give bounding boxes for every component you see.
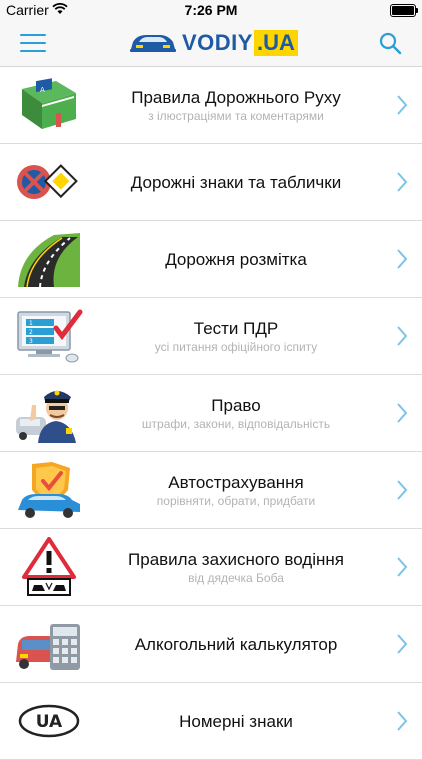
chevron-right-icon (397, 480, 408, 500)
chevron-right-icon (397, 711, 408, 731)
menu-item-text: Дорожні знаки та таблички (90, 144, 382, 220)
test-monitor-icon: 1 2 3 (17, 309, 83, 363)
alcohol-calculator-icon (16, 624, 80, 670)
chevron-right-icon (397, 557, 408, 577)
menu-item-title: Алкогольний калькулятор (134, 634, 338, 654)
menu-item-subtitle: усі питання офіційного іспиту (154, 339, 318, 354)
menu-item-subtitle: порівняти, обрати, придбати (156, 493, 316, 508)
rules-book-icon: A (22, 78, 76, 129)
menu-item-subtitle: штрафи, закони, відповідальність (141, 416, 331, 431)
navigation-bar: VODIY .UA (0, 20, 422, 67)
hamburger-line (20, 42, 46, 44)
chevron-right-icon (397, 95, 408, 115)
search-icon (379, 32, 402, 55)
svg-text:2: 2 (29, 329, 33, 336)
menu-item-title: Номерні знаки (179, 711, 293, 731)
plate-ua-icon: UA (18, 704, 80, 738)
chevron-right-icon (397, 403, 408, 423)
hamburger-line (20, 34, 46, 36)
menu-item-text: Правила захисного водіння від дядечка Бо… (90, 529, 382, 605)
menu-item-text: Право штрафи, закони, відповідальність (90, 375, 382, 451)
insurance-car-icon (18, 462, 80, 518)
chevron-right-icon (397, 249, 408, 269)
menu-item-tests[interactable]: 1 2 3 Тести ПДР усі питання офіційного і… (0, 298, 422, 375)
logo-domain: .UA (253, 30, 298, 56)
search-button[interactable] (378, 31, 402, 60)
chevron-right-icon (397, 634, 408, 654)
status-time: 7:26 PM (184, 2, 238, 18)
chevron-right-icon (397, 326, 408, 346)
menu-item-road-signs[interactable]: Дорожні знаки та таблички (0, 144, 422, 221)
menu-item-title: Автострахування (168, 472, 304, 492)
menu-item-text: Алкогольний калькулятор (90, 606, 382, 682)
menu-item-alcohol-calculator[interactable]: Алкогольний калькулятор (0, 606, 422, 683)
menu-item-title: Право (211, 395, 261, 415)
main-menu-list: A Правила Дорожнього Руху з ілюстраціями… (0, 67, 422, 760)
menu-item-subtitle: від дядечка Боба (188, 570, 284, 585)
menu-item-title: Тести ПДР (193, 318, 279, 338)
chevron-right-icon (397, 172, 408, 192)
menu-item-title: Дорожні знаки та таблички (130, 172, 342, 192)
menu-item-title: Дорожня розмітка (165, 249, 307, 269)
police-officer-icon (16, 390, 76, 443)
menu-item-law[interactable]: Право штрафи, закони, відповідальність (0, 375, 422, 452)
menu-item-title: Правила захисного водіння (128, 549, 344, 569)
app-logo: VODIY .UA (128, 29, 298, 57)
menu-item-title: Правила Дорожнього Руху (131, 87, 341, 107)
svg-text:3: 3 (29, 338, 33, 345)
menu-item-subtitle: з ілюстраціями та коментарями (148, 108, 324, 123)
logo-title: VODIY (182, 30, 253, 55)
menu-item-license-plates[interactable]: UA Номерні знаки (0, 683, 422, 760)
hamburger-menu-button[interactable] (20, 34, 46, 52)
battery-icon (390, 4, 418, 17)
svg-text:1: 1 (29, 320, 33, 327)
road-signs-icon (17, 164, 78, 199)
defensive-driving-icon (22, 537, 76, 596)
status-bar: Carrier 7:26 PM (0, 0, 422, 20)
menu-item-defensive-driving[interactable]: Правила захисного водіння від дядечка Бо… (0, 529, 422, 606)
menu-item-text: Тести ПДР усі питання офіційного іспиту (90, 298, 382, 374)
menu-item-text: Правила Дорожнього Руху з ілюстраціями т… (90, 67, 382, 143)
menu-item-insurance[interactable]: Автострахування порівняти, обрати, придб… (0, 452, 422, 529)
svg-text:A: A (40, 86, 45, 94)
menu-item-text: Автострахування порівняти, обрати, придб… (90, 452, 382, 528)
menu-item-road-marking[interactable]: Дорожня розмітка (0, 221, 422, 298)
car-logo-icon (130, 35, 176, 52)
menu-item-text: Номерні знаки (90, 683, 382, 759)
plate-ua-text: UA (36, 712, 63, 732)
menu-item-rules[interactable]: A Правила Дорожнього Руху з ілюстраціями… (0, 67, 422, 144)
road-marking-icon (18, 233, 80, 288)
menu-item-text: Дорожня розмітка (90, 221, 382, 297)
hamburger-line (20, 50, 46, 52)
